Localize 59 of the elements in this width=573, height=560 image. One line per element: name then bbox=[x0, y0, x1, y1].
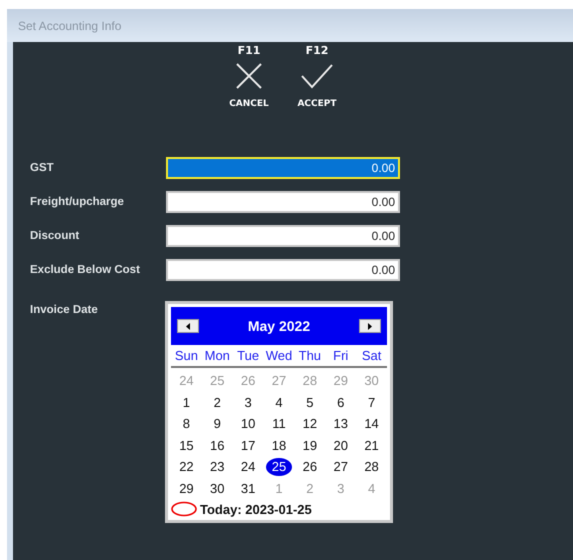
calendar-day[interactable]: 23 bbox=[210, 456, 224, 478]
field-label: Discount bbox=[30, 230, 80, 242]
calendar-day[interactable]: 2 bbox=[214, 392, 221, 413]
calendar-day[interactable]: 16 bbox=[210, 434, 224, 456]
calendar-day[interactable]: 22 bbox=[179, 456, 194, 478]
calendar-day[interactable]: 5 bbox=[306, 392, 314, 413]
input-field[interactable]: 0.00 bbox=[166, 225, 400, 247]
calendar-day[interactable]: 9 bbox=[214, 413, 221, 434]
calendar-day[interactable]: 18 bbox=[272, 434, 286, 456]
next-month-button[interactable] bbox=[359, 319, 381, 333]
window-title: Set Accounting Info bbox=[18, 18, 122, 32]
weekday-label: Tue bbox=[232, 345, 264, 368]
calendar-day[interactable]: 4 bbox=[275, 392, 283, 413]
calendar-day[interactable]: 1 bbox=[182, 392, 190, 413]
calendar-day[interactable]: 11 bbox=[272, 413, 286, 434]
calendar-day[interactable]: 10 bbox=[240, 413, 256, 434]
calendar-day[interactable]: 20 bbox=[333, 434, 348, 456]
calendar-day[interactable]: 17 bbox=[240, 434, 256, 456]
calendar-day[interactable]: 31 bbox=[240, 478, 256, 499]
calendar-day[interactable]: 24 bbox=[240, 456, 256, 478]
weekday-label: Fri bbox=[325, 345, 356, 368]
calendar-day[interactable]: 28 bbox=[364, 456, 379, 478]
calendar-day[interactable]: 26 bbox=[302, 456, 318, 478]
calendar-day[interactable]: 7 bbox=[368, 392, 376, 413]
calendar-day[interactable]: 14 bbox=[364, 413, 379, 434]
weekday-label: Sun bbox=[171, 345, 202, 368]
calendar-day[interactable]: 19 bbox=[302, 434, 318, 456]
input-field[interactable]: 0.00 bbox=[166, 157, 400, 179]
weekday-label: Thu bbox=[294, 345, 326, 368]
cancel-button[interactable]: F11 CANCEL bbox=[226, 44, 272, 109]
close-icon bbox=[236, 63, 262, 89]
calendar-day[interactable]: 8 bbox=[182, 413, 190, 434]
weekday-label: Mon bbox=[202, 345, 233, 368]
circle-icon bbox=[171, 501, 197, 517]
weekday-label: Sat bbox=[356, 345, 387, 368]
calendar-day[interactable]: 6 bbox=[337, 392, 344, 413]
calendar-day[interactable]: 12 bbox=[302, 413, 318, 434]
accept-button[interactable]: F12 ACCEPT bbox=[294, 44, 340, 109]
input-field[interactable]: 0.00 bbox=[166, 259, 400, 281]
field-label: Invoice Date bbox=[30, 303, 99, 318]
calendar-day[interactable]: 13 bbox=[333, 413, 348, 434]
calendar-day[interactable]: 3 bbox=[244, 392, 252, 413]
right-triangle-icon bbox=[368, 322, 372, 330]
field-label: Freight/upcharge bbox=[30, 196, 125, 208]
input-field[interactable]: 0.00 bbox=[166, 191, 400, 213]
weekday-label: Wed bbox=[264, 345, 294, 368]
calendar-day[interactable]: 27 bbox=[333, 456, 348, 478]
left-triangle-icon bbox=[186, 322, 190, 330]
field-label: GST bbox=[30, 162, 55, 174]
previous-month-button[interactable] bbox=[177, 319, 199, 333]
calendar-day[interactable]: 29 bbox=[179, 478, 194, 499]
calendar-day[interactable]: 30 bbox=[210, 478, 224, 499]
calendar-day[interactable]: 21 bbox=[364, 434, 379, 456]
month-title: May 2022 bbox=[248, 318, 310, 334]
check-icon bbox=[301, 63, 333, 89]
calendar-day[interactable]: 25 bbox=[266, 458, 292, 476]
calendar-day[interactable]: 15 bbox=[179, 434, 194, 456]
field-label: Exclude Below Cost bbox=[30, 264, 141, 276]
today-link[interactable]: Today: 2023-01-25 bbox=[200, 502, 312, 516]
